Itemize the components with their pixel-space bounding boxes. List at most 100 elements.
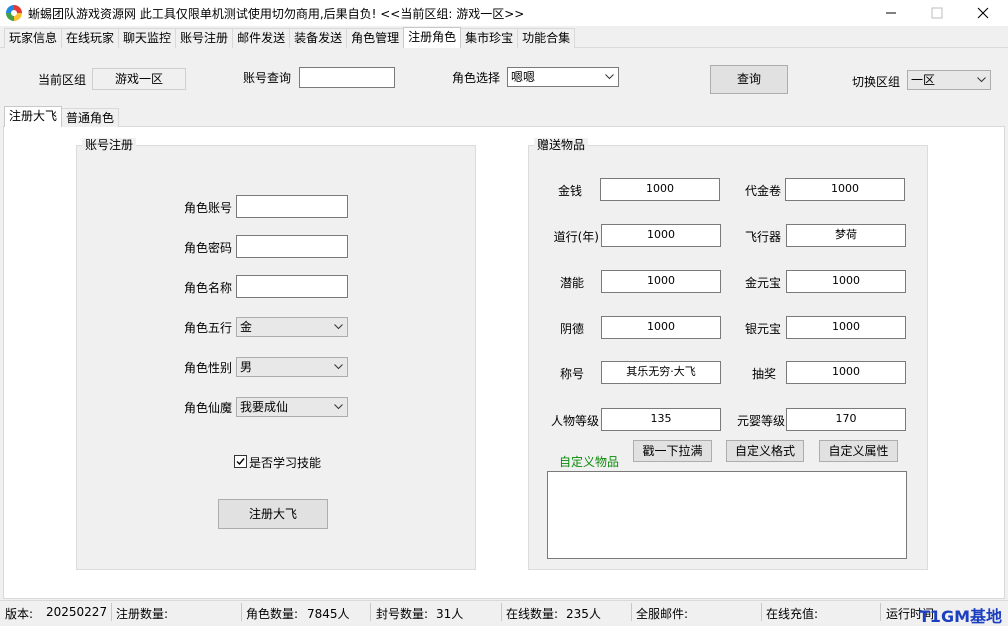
tab-player-info[interactable]: 玩家信息 <box>4 28 63 48</box>
role-gender-value: 男 <box>240 360 253 374</box>
app-icon <box>6 5 22 21</box>
version-value: 20250227 <box>46 605 108 619</box>
silver-ingot-label: 银元宝 <box>744 322 781 336</box>
role-element-value: 金 <box>240 320 253 334</box>
potential-input[interactable]: 1000 <box>601 270 721 293</box>
role-element-label: 角色五行 <box>183 321 232 335</box>
title-label: 称号 <box>559 367 584 381</box>
daoxing-input[interactable]: 1000 <box>601 224 721 247</box>
role-account-label: 角色账号 <box>183 201 232 215</box>
switch-zone-dropdown[interactable]: 一区 <box>907 70 991 90</box>
voucher-input[interactable]: 1000 <box>785 178 905 201</box>
minimize-icon <box>886 12 896 14</box>
chevron-down-icon <box>605 74 614 80</box>
current-zone-display: 游戏一区 <box>92 68 186 90</box>
switch-zone-value: 一区 <box>911 73 936 87</box>
online-count-value: 235人 <box>566 607 601 621</box>
role-select-value: 嗯嗯 <box>511 70 536 84</box>
custom-items-textarea[interactable] <box>547 471 907 559</box>
silver-ingot-input[interactable]: 1000 <box>786 316 906 339</box>
maximize-icon <box>931 7 943 19</box>
char-level-input[interactable]: 135 <box>601 408 721 431</box>
status-divider <box>761 603 762 621</box>
role-count-value: 7845人 <box>307 607 350 621</box>
role-gender-dropdown[interactable]: 男 <box>236 357 348 377</box>
yuanying-level-input[interactable]: 170 <box>786 408 906 431</box>
watermark-text: T1GM基地 <box>918 607 1002 626</box>
close-button[interactable] <box>960 0 1006 26</box>
lottery-input[interactable]: 1000 <box>786 361 906 384</box>
flyer-input[interactable]: 梦荷 <box>786 224 906 247</box>
check-icon <box>236 458 245 466</box>
server-mail-label: 全服邮件: <box>636 607 689 621</box>
account-register-title: 账号注册 <box>82 138 137 152</box>
char-level-label: 人物等级 <box>550 414 599 428</box>
money-input[interactable]: 1000 <box>600 178 720 201</box>
tab-account-register[interactable]: 账号注册 <box>175 28 234 48</box>
fill-max-button[interactable]: 戳一下拉满 <box>633 440 712 462</box>
role-path-value: 我要成仙 <box>240 400 289 414</box>
role-password-label: 角色密码 <box>183 241 232 255</box>
voucher-label: 代金卷 <box>744 184 781 198</box>
query-button[interactable]: 查询 <box>710 65 788 94</box>
yuanying-level-label: 元婴等级 <box>736 414 785 428</box>
status-divider <box>111 603 112 621</box>
status-divider <box>631 603 632 621</box>
online-recharge-label: 在线充值: <box>766 607 819 621</box>
gold-ingot-label: 金元宝 <box>744 276 781 290</box>
potential-label: 潜能 <box>559 276 584 290</box>
tab-chat-monitor[interactable]: 聊天监控 <box>118 28 177 48</box>
role-path-label: 角色仙魔 <box>183 401 232 415</box>
chevron-down-icon <box>334 404 343 410</box>
tab-equipment-send[interactable]: 装备发送 <box>289 28 348 48</box>
chevron-down-icon <box>334 324 343 330</box>
title-input[interactable]: 其乐无穷·大飞 <box>601 361 721 384</box>
status-divider <box>501 603 502 621</box>
learn-skill-checkbox[interactable] <box>234 455 247 468</box>
role-count-label: 角色数量: <box>246 607 299 621</box>
maximize-button[interactable] <box>914 0 960 26</box>
custom-format-button[interactable]: 自定义格式 <box>726 440 804 462</box>
ban-count-value: 31人 <box>436 607 464 621</box>
status-divider <box>370 603 371 621</box>
gift-items-title: 赠送物品 <box>534 138 589 152</box>
tab-mail-send[interactable]: 邮件发送 <box>232 28 291 48</box>
yinde-input[interactable]: 1000 <box>601 316 721 339</box>
role-select-dropdown[interactable]: 嗯嗯 <box>507 67 619 87</box>
chevron-down-icon <box>334 364 343 370</box>
custom-items-label: 自定义物品 <box>559 455 620 469</box>
switch-zone-label: 切换区组 <box>852 75 901 89</box>
close-icon <box>977 7 989 19</box>
role-name-label: 角色名称 <box>183 281 232 295</box>
role-account-input[interactable] <box>236 195 348 218</box>
account-query-label: 账号查询 <box>243 71 292 85</box>
gold-ingot-input[interactable]: 1000 <box>786 270 906 293</box>
tab-register-role[interactable]: 注册角色 <box>403 27 462 48</box>
tab-normal-role[interactable]: 普通角色 <box>61 108 120 127</box>
daoxing-label: 道行(年) <box>553 230 599 244</box>
role-path-dropdown[interactable]: 我要成仙 <box>236 397 348 417</box>
current-zone-label: 当前区组 <box>38 73 87 87</box>
minimize-button[interactable] <box>868 0 914 26</box>
role-element-dropdown[interactable]: 金 <box>236 317 348 337</box>
status-divider <box>241 603 242 621</box>
register-dafei-button[interactable]: 注册大飞 <box>218 499 328 529</box>
online-count-label: 在线数量: <box>506 607 559 621</box>
sub-tab-strip: 注册大飞 普通角色 <box>4 106 120 127</box>
money-label: 金钱 <box>557 184 582 198</box>
account-query-input[interactable] <box>299 67 395 88</box>
role-password-input[interactable] <box>236 235 348 258</box>
register-count-label: 注册数量: <box>116 607 169 621</box>
custom-attr-button[interactable]: 自定义属性 <box>819 440 898 462</box>
role-select-label: 角色选择 <box>452 71 501 85</box>
flyer-label: 飞行器 <box>744 230 781 244</box>
version-label: 版本: <box>5 607 34 621</box>
learn-skill-label[interactable]: 是否学习技能 <box>249 454 321 471</box>
role-gender-label: 角色性别 <box>183 361 232 375</box>
tab-function-collection[interactable]: 功能合集 <box>517 28 576 48</box>
tab-register-dafei[interactable]: 注册大飞 <box>4 106 63 127</box>
tab-role-management[interactable]: 角色管理 <box>346 28 405 48</box>
role-name-input[interactable] <box>236 275 348 298</box>
tab-online-players[interactable]: 在线玩家 <box>61 28 120 48</box>
tab-market-treasure[interactable]: 集市珍宝 <box>460 28 519 48</box>
